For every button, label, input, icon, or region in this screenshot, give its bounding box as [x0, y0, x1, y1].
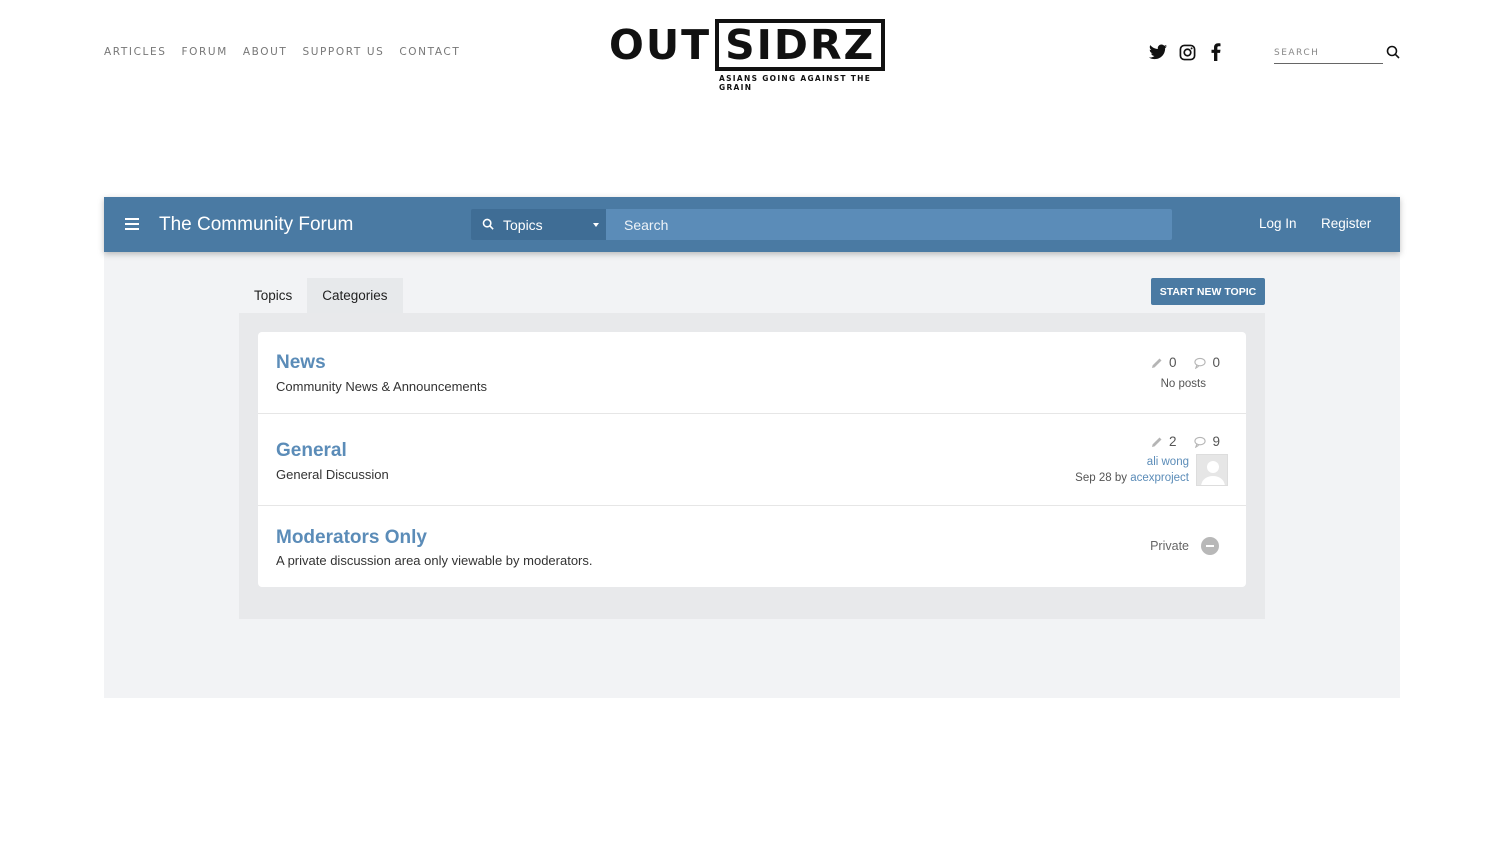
social-links	[1149, 43, 1225, 61]
comment-icon	[1194, 436, 1207, 448]
private-label: Private	[1150, 539, 1189, 553]
caret-down-icon	[593, 223, 599, 227]
category-description: General Discussion	[276, 467, 389, 482]
private-icon	[1201, 537, 1219, 555]
search-icon[interactable]	[1386, 45, 1400, 59]
topic-count: 2	[1168, 434, 1177, 449]
nav-contact[interactable]: CONTACT	[399, 46, 460, 58]
logo-text-boxed: SIDRZ	[725, 21, 876, 69]
tab-categories[interactable]: Categories	[307, 278, 403, 313]
pencil-icon	[1151, 357, 1163, 369]
category-row-general[interactable]: General General Discussion 2 9 ali wong …	[258, 414, 1246, 506]
category-stats: 2 9	[1151, 434, 1220, 449]
forum-tabs: Topics Categories	[239, 278, 403, 313]
avatar[interactable]	[1196, 454, 1228, 486]
site-logo[interactable]: OUT SIDRZ ASIANS GOING AGAINST THE GRAIN	[609, 19, 894, 92]
category-list: News Community News & Announcements 0 0 …	[258, 332, 1246, 587]
login-link[interactable]: Log In	[1259, 216, 1297, 231]
forum-embed: The Community Forum Topics Log In Regist…	[104, 197, 1400, 698]
category-row-moderators-only[interactable]: Moderators Only A private discussion are…	[258, 506, 1246, 587]
category-row-news[interactable]: News Community News & Announcements 0 0 …	[258, 332, 1246, 414]
category-stats: 0 0	[1151, 355, 1220, 370]
category-description: A private discussion area only viewable …	[276, 553, 593, 568]
last-post-date: Sep 28	[1075, 472, 1112, 484]
categories-panel: News Community News & Announcements 0 0 …	[239, 313, 1265, 619]
last-post-info: No posts	[1160, 378, 1206, 390]
category-name[interactable]: General	[276, 440, 347, 462]
facebook-icon[interactable]	[1207, 43, 1225, 61]
last-post-by-label: by	[1114, 472, 1127, 484]
forum-title[interactable]: The Community Forum	[159, 214, 353, 236]
register-link[interactable]: Register	[1321, 216, 1371, 231]
start-new-topic-button[interactable]: START NEW TOPIC	[1151, 278, 1265, 305]
topic-count: 0	[1168, 355, 1177, 370]
nav-support-us[interactable]: SUPPORT US	[302, 46, 384, 58]
category-description: Community News & Announcements	[276, 379, 487, 394]
tab-topics[interactable]: Topics	[239, 278, 307, 313]
site-search	[1274, 42, 1400, 64]
twitter-icon[interactable]	[1149, 43, 1167, 61]
logo-box: SIDRZ	[715, 19, 886, 71]
pencil-icon	[1151, 436, 1163, 448]
site-header: ARTICLES FORUM ABOUT SUPPORT US CONTACT …	[0, 0, 1502, 110]
site-search-input[interactable]	[1274, 42, 1383, 64]
instagram-icon[interactable]	[1178, 43, 1196, 61]
search-scope-label: Topics	[503, 216, 543, 233]
last-post-meta: Sep 28 by acexproject	[1075, 472, 1189, 484]
nav-articles[interactable]: ARTICLES	[104, 46, 167, 58]
nav-about[interactable]: ABOUT	[243, 46, 288, 58]
comment-icon	[1194, 357, 1207, 369]
category-name[interactable]: Moderators Only	[276, 527, 427, 549]
last-topic-link[interactable]: ali wong	[1147, 456, 1189, 468]
search-scope-dropdown[interactable]: Topics	[471, 209, 606, 240]
search-icon	[482, 218, 495, 231]
post-count: 9	[1212, 434, 1220, 449]
logo-text-out: OUT	[609, 21, 712, 69]
category-name[interactable]: News	[276, 352, 326, 374]
logo-tagline: ASIANS GOING AGAINST THE GRAIN	[716, 74, 894, 92]
post-count: 0	[1212, 355, 1220, 370]
nav-forum[interactable]: FORUM	[182, 46, 228, 58]
menu-icon[interactable]	[125, 218, 139, 230]
last-post-author-link[interactable]: acexproject	[1130, 472, 1189, 484]
forum-header-bar: The Community Forum Topics Log In Regist…	[104, 197, 1400, 252]
site-nav: ARTICLES FORUM ABOUT SUPPORT US CONTACT	[104, 46, 460, 58]
forum-search-input[interactable]	[606, 209, 1172, 240]
